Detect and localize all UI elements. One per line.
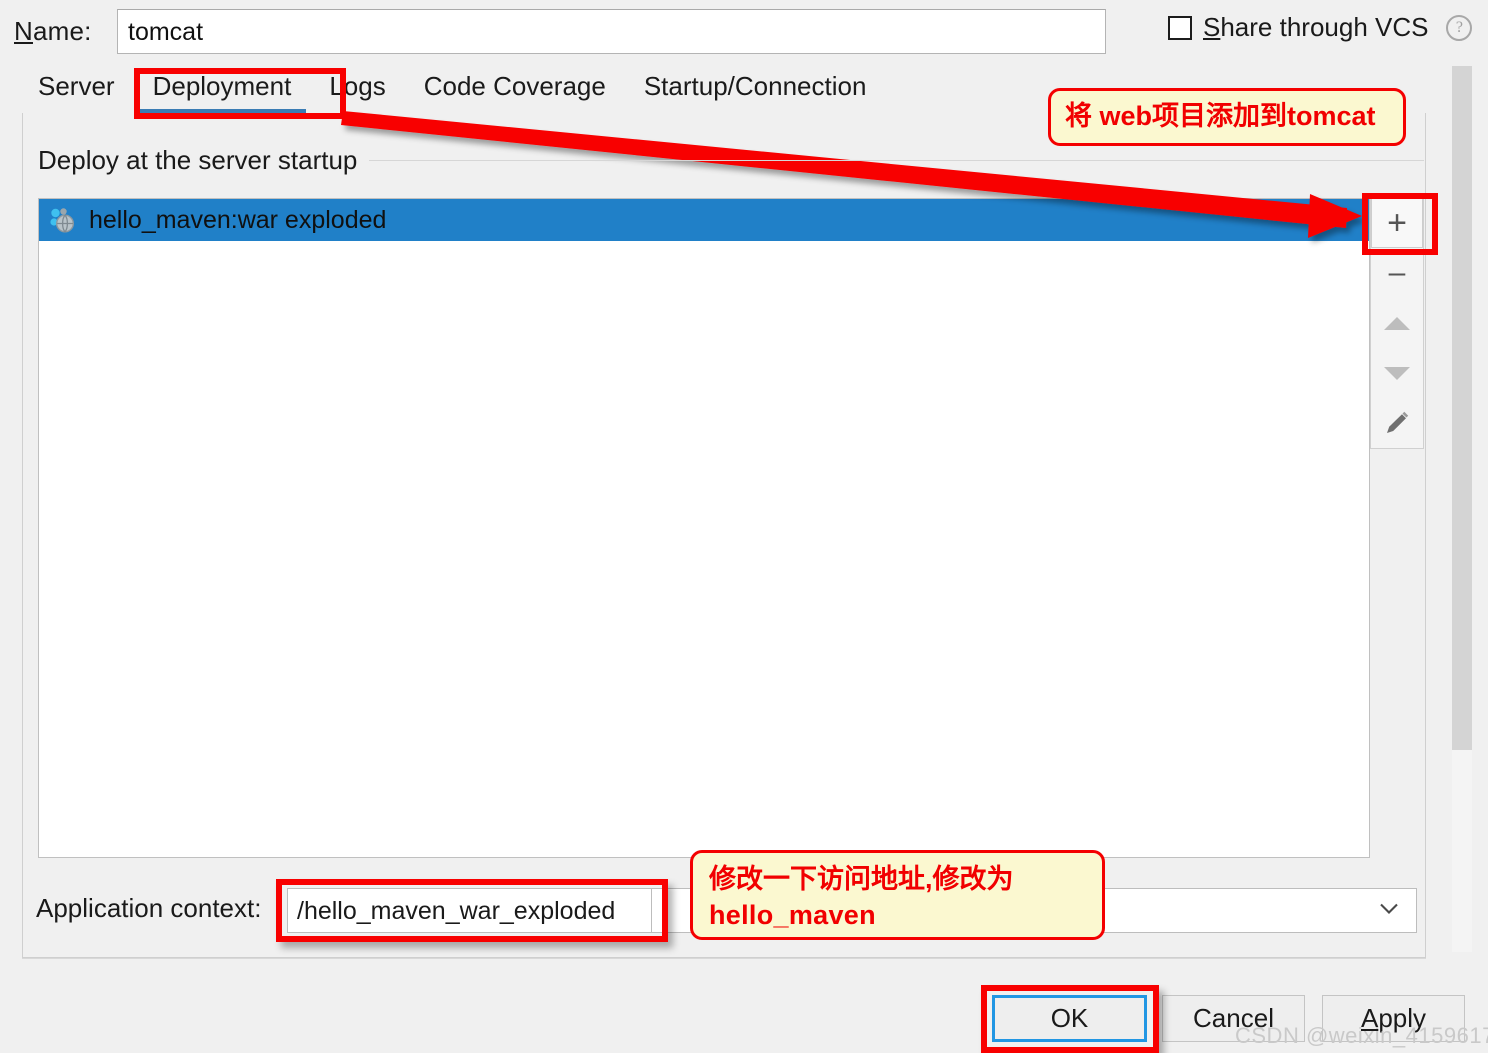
question-mark-icon[interactable]: ? [1446,14,1473,41]
tab-server-label: Server [38,71,115,101]
share-through-vcs-row[interactable]: Share through VCS ? [1168,12,1473,43]
share-vcs-accel: S [1203,12,1221,42]
watermark: CSDN @weixin_41596178 [1235,1023,1488,1048]
vertical-scrollbar-thumb[interactable] [1452,66,1472,750]
callout-change-context-line2: hello_maven [709,900,876,930]
chevron-down-icon [1380,903,1398,914]
callout-add-web-project: 将 web项目添加到tomcat [1048,88,1406,146]
plus-icon: + [1387,204,1407,242]
artifact-web-icon [47,205,77,235]
tab-server[interactable]: Server [0,71,134,114]
tab-deployment[interactable]: Deployment [134,71,311,114]
name-label: Name: [14,16,92,47]
minus-icon: – [1388,256,1406,289]
name-row: Name: tomcat Share through VCS ? [0,0,1488,62]
callout-change-context-line1: 修改一下访问地址,修改为 [709,864,1014,894]
name-label-rest: ame: [32,16,92,46]
list-item-label: hello_maven:war exploded [89,205,387,234]
tab-logs[interactable]: Logs [310,71,404,114]
name-input[interactable]: tomcat [117,9,1106,54]
deploy-at-startup-label: Deploy at the server startup [38,145,370,176]
ok-button-label: OK [1050,1003,1089,1033]
callout-change-context: 修改一下访问地址,修改为 hello_maven [690,850,1105,940]
tab-startup-connection-label: Startup/Connection [643,71,867,101]
tab-logs-label: Logs [329,71,386,101]
move-up-button[interactable] [1371,298,1423,348]
application-context-input[interactable]: /hello_maven_war_exploded [287,888,652,933]
share-through-vcs-label: Share through VCS [1203,12,1428,43]
tab-code-coverage-label: Code Coverage [423,71,606,101]
deployment-artifact-list[interactable]: hello_maven:war exploded [38,198,1370,858]
application-context-label: Application context: [36,893,262,923]
triangle-down-icon [1384,366,1410,380]
bottom-divider [22,958,1426,959]
settings-dialog: Name: tomcat Share through VCS ? Server … [0,0,1488,1053]
list-toolbar: + – [1370,198,1424,449]
move-down-button[interactable] [1371,348,1423,398]
remove-button[interactable]: – [1371,248,1423,298]
triangle-up-icon [1384,316,1410,330]
edit-button[interactable] [1371,398,1423,448]
share-through-vcs-checkbox[interactable] [1168,15,1192,40]
add-button[interactable]: + [1371,198,1423,248]
share-vcs-rest: hare through VCS [1220,12,1429,42]
tab-code-coverage[interactable]: Code Coverage [405,71,625,114]
tab-startup-connection[interactable]: Startup/Connection [625,71,886,114]
name-label-accel: N [14,16,33,46]
pencil-icon [1387,411,1409,433]
tab-deployment-label: Deployment [152,71,292,101]
list-item[interactable]: hello_maven:war exploded [39,199,1369,241]
ok-button[interactable]: OK [992,995,1147,1042]
